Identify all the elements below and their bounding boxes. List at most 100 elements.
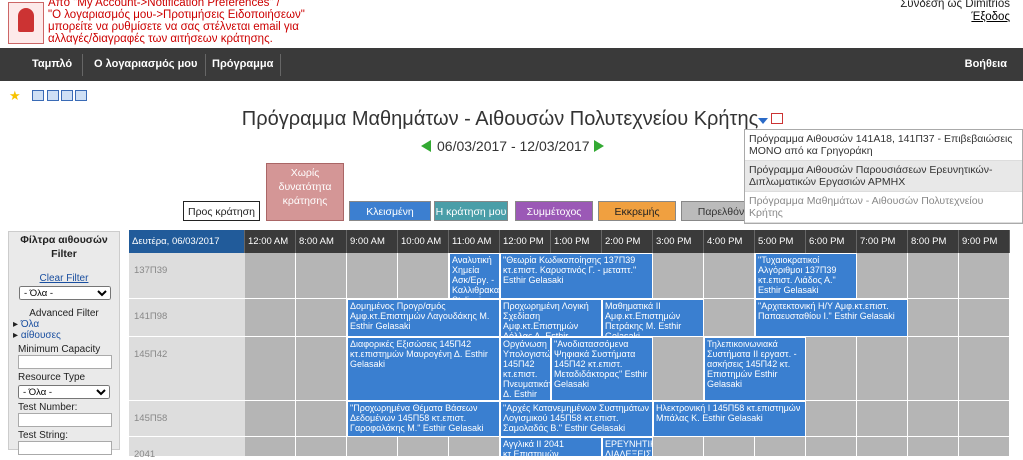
reservation-block[interactable]: "Αρχιτεκτονική Η/Υ Αμφ.κτ.επιστ. Παπαευσ… [755, 299, 908, 337]
free-slot[interactable] [296, 401, 347, 437]
reservation-block[interactable]: Δομημένος Προγρ/σμός Αμφ.κτ.Επιστημών Λα… [347, 299, 500, 337]
free-slot[interactable] [296, 437, 347, 457]
reservation-block[interactable]: Αναλυτική Χημεία Ασκ/Εργ. - Καλλιθρακας-… [449, 253, 500, 299]
room-label[interactable]: 145Π58 [129, 401, 245, 437]
room-label[interactable]: 137Π39 [129, 253, 245, 299]
room-label[interactable]: 145Π42 [129, 337, 245, 401]
resource-type-label: Resource Type [18, 372, 86, 383]
free-slot[interactable] [245, 337, 296, 401]
free-slot[interactable] [653, 253, 704, 299]
free-slot[interactable] [959, 401, 1010, 437]
nav-account[interactable]: Ο λογαριασμός μου [86, 48, 205, 81]
free-slot[interactable] [908, 337, 959, 401]
reservation-block[interactable]: "Τυχαιοκρατικοί Αλγόριθμοι 137Π39 κτ.επι… [755, 253, 857, 299]
chevron-down-icon[interactable] [758, 118, 768, 124]
time-header: 6:00 PM [806, 230, 857, 253]
free-slot[interactable] [857, 437, 908, 457]
schedule-grid: Δευτέρα, 06/03/2017 12:00 AM 8:00 AM 9:00 A… [129, 230, 1017, 460]
test-string-label: Test String: [18, 430, 69, 441]
free-slot[interactable] [857, 401, 908, 437]
nav-help[interactable]: Βοήθεια [957, 48, 1015, 81]
free-slot[interactable] [857, 253, 908, 299]
free-slot[interactable] [908, 401, 959, 437]
free-slot[interactable] [959, 337, 1010, 401]
schedule-filter-select[interactable]: - Όλα - [19, 286, 111, 300]
reservation-block[interactable]: Τηλεπικοινωνιακά Συστήματα ΙΙ εργαστ. - … [704, 337, 806, 401]
calendar-icon[interactable] [771, 113, 783, 124]
day-view-icon[interactable] [32, 90, 44, 101]
free-slot[interactable] [245, 299, 296, 337]
star-icon[interactable]: ★ [9, 89, 22, 102]
free-slot[interactable] [245, 253, 296, 299]
reservation-block[interactable]: Αγγλικά ΙΙ 2041 κτ.Επιστημών Σαραβάκου Ε… [500, 437, 602, 457]
reservation-block[interactable]: Μαθηματικά ΙΙ Αμφ.κτ.Επιστημών Πετράκης … [602, 299, 704, 337]
free-slot[interactable] [245, 437, 296, 457]
free-slot[interactable] [296, 337, 347, 401]
free-slot[interactable] [908, 299, 959, 337]
resource-type-select[interactable]: - Όλα - [18, 385, 110, 399]
time-header: 8:00 AM [296, 230, 347, 253]
tree-item-all[interactable]: ▸ Όλα [13, 319, 119, 330]
free-slot[interactable] [296, 253, 347, 299]
free-slot[interactable] [398, 437, 449, 457]
time-header: 10:00 AM [398, 230, 449, 253]
free-slot[interactable] [959, 437, 1010, 457]
month-view-icon[interactable] [61, 90, 73, 101]
free-slot[interactable] [755, 437, 806, 457]
test-string-input[interactable] [18, 441, 112, 455]
logout-link[interactable]: Έξοδος [900, 11, 1010, 24]
free-slot[interactable] [908, 253, 959, 299]
reservation-block[interactable]: "Ανοδιατασσόμενα Ψηφιακά Συστήματα 145Π4… [551, 337, 653, 401]
free-slot[interactable] [296, 299, 347, 337]
min-capacity-input[interactable] [18, 355, 112, 369]
free-slot[interactable] [704, 253, 755, 299]
free-slot[interactable] [653, 437, 704, 457]
logged-in-as: Σύνδεση ως Dimitrios [900, 0, 1010, 10]
free-slot[interactable] [908, 437, 959, 457]
free-slot[interactable] [398, 253, 449, 299]
page-title: Πρόγραμμα Μαθημάτων - Αιθουσών Πολυτεχνε… [241, 108, 759, 130]
legend-unavailable: Χωρίς δυνατότητα κράτησης [266, 163, 344, 221]
free-slot[interactable] [347, 437, 398, 457]
tree-item-rooms[interactable]: ▸ αίθουσες [13, 330, 119, 341]
free-slot[interactable] [806, 437, 857, 457]
schedule-option[interactable]: Πρόγραμμα Μαθημάτων - Αιθουσών Πολυτεχνε… [745, 192, 1022, 223]
free-slot[interactable] [245, 401, 296, 437]
reservation-block[interactable]: Διαφορικές Εξισώσεις 145Π42 κτ.επιστημών… [347, 337, 500, 401]
reservation-block[interactable]: "Θεωρία Κωδικοποίησης 137Π39 κτ.επιστ. Κ… [500, 253, 653, 299]
free-slot[interactable] [959, 253, 1010, 299]
clear-filter-link[interactable]: Clear Filter [9, 273, 119, 284]
free-slot[interactable] [806, 401, 857, 437]
week-view-icon[interactable] [47, 90, 59, 101]
schedule-option[interactable]: Πρόγραμμα Αιθουσών Παρουσιάσεων Ερευνητι… [745, 161, 1022, 192]
reservation-block[interactable]: "Προχωρημένα Θέματα Βάσεων Δεδομένων 145… [347, 401, 500, 437]
free-slot[interactable] [653, 337, 704, 401]
next-week-arrow-icon[interactable] [594, 140, 604, 152]
university-logo [8, 2, 44, 44]
reservation-block[interactable]: "Αρχές Κατανεμημένων Συστημάτων Λογισμικ… [500, 401, 653, 437]
tree-label: αίθουσες [20, 330, 61, 341]
free-slot[interactable] [959, 299, 1010, 337]
nav-schedule[interactable]: Πρόγραμμα [204, 48, 281, 81]
test-number-input[interactable] [18, 413, 112, 427]
reservation-block[interactable]: Προχωρημένη Λογική Σχεδίαση Αμφ.κτ.Επιστ… [500, 299, 602, 337]
nav-dashboard[interactable]: Ταμπλό [24, 48, 80, 81]
notice-line: Από "My Account->Notification Preference… [48, 0, 280, 9]
free-slot[interactable] [704, 437, 755, 457]
time-header: 9:00 PM [959, 230, 1010, 253]
free-slot[interactable] [857, 337, 908, 401]
previous-week-arrow-icon[interactable] [421, 140, 431, 152]
list-view-icon[interactable] [75, 90, 87, 101]
room-label[interactable]: 141Π98 [129, 299, 245, 337]
schedule-option[interactable]: Πρόγραμμα Αιθουσών 141Α18, 141Π37 - Επιβ… [745, 130, 1022, 161]
notice-line: αλλαγές/διαγραφές των αιτήσεων κράτησης. [48, 33, 273, 45]
reservation-block[interactable]: ΕΡΕΥΝΗΤΙΚΕΣ ΔΙΑΛΕΞΕΙΣ [602, 437, 653, 457]
room-label[interactable]: 2041 [129, 437, 245, 460]
reservation-block[interactable]: Ηλεκτρονική Ι 145Π58 κτ.επιστημών Μπάλας… [653, 401, 806, 437]
notice-line: "Ο λογαριασμός μου->Προτιμήσεις Ειδοποιή… [48, 9, 305, 21]
free-slot[interactable] [347, 253, 398, 299]
free-slot[interactable] [806, 337, 857, 401]
reservation-block[interactable]: Οργάνωση Υπολογιστών 145Π42 κτ.επιστ. Πν… [500, 337, 551, 401]
free-slot[interactable] [704, 299, 755, 337]
free-slot[interactable] [449, 437, 500, 457]
